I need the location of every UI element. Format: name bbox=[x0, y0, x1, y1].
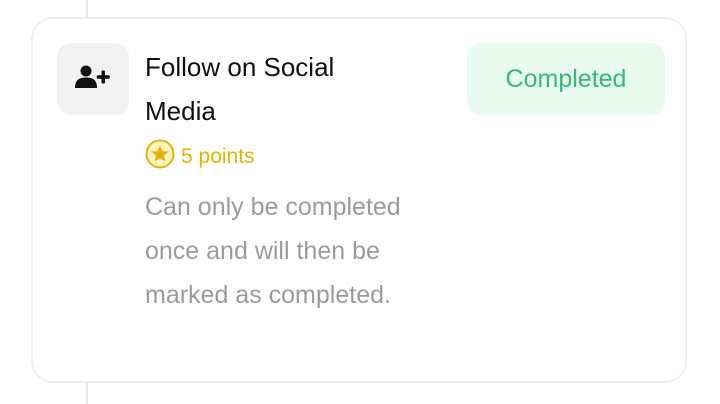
task-icon-box bbox=[57, 43, 129, 115]
points-label: 5 points bbox=[181, 145, 255, 168]
points-row: 5 points bbox=[145, 139, 255, 175]
user-plus-icon bbox=[75, 65, 111, 94]
completed-status-button[interactable]: Completed bbox=[467, 43, 665, 115]
star-coin-icon bbox=[145, 139, 175, 175]
task-card: Follow on Social Media 5 points Can only… bbox=[31, 17, 687, 383]
task-description: Can only be completed once and will then… bbox=[145, 193, 401, 309]
task-title: Follow on Social Media bbox=[145, 52, 335, 126]
